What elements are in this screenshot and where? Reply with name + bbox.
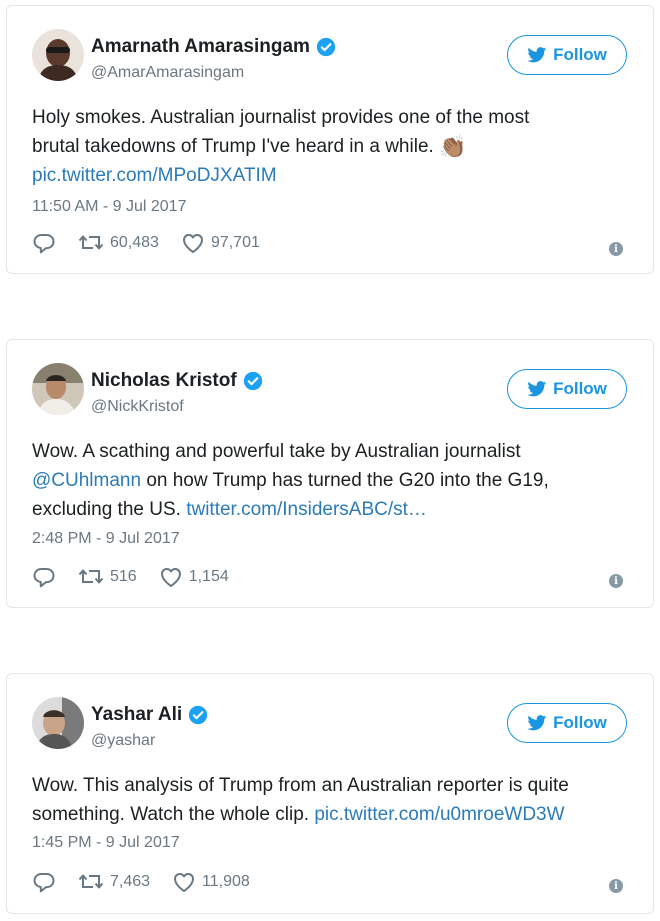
author-handle[interactable]: @yashar bbox=[91, 732, 155, 750]
author-row: Yashar Ali bbox=[91, 704, 208, 726]
twitter-bird-icon bbox=[527, 715, 547, 731]
author-handle[interactable]: @AmarAmarasingam bbox=[91, 64, 244, 82]
tweet-link[interactable]: pic.twitter.com/MPoDJXATIM bbox=[32, 165, 277, 186]
retweet-icon bbox=[78, 566, 104, 588]
like-button[interactable]: 11,908 bbox=[172, 871, 250, 893]
follow-button[interactable]: Follow bbox=[507, 703, 627, 743]
reply-button[interactable] bbox=[32, 232, 56, 254]
follow-label: Follow bbox=[553, 379, 607, 398]
tweet-text-line: Wow. A scathing and powerful take by Aus… bbox=[32, 441, 521, 462]
tweet-actions: 516 1,154 bbox=[32, 566, 251, 588]
reply-button[interactable] bbox=[32, 566, 56, 588]
clapping-hands-emoji: 👏🏽 bbox=[439, 134, 467, 159]
retweet-count: 60,483 bbox=[110, 234, 159, 251]
twitter-bird-icon bbox=[527, 47, 547, 63]
like-button[interactable]: 1,154 bbox=[159, 566, 229, 588]
avatar[interactable] bbox=[32, 697, 84, 749]
tweet-link[interactable]: pic.twitter.com/u0mroeWD3W bbox=[314, 804, 564, 825]
tweet-text-line: brutal takedowns of Trump I've heard in … bbox=[32, 136, 434, 157]
avatar[interactable] bbox=[32, 363, 84, 415]
tweet-card: Yashar Ali @yashar Follow Wow. This anal… bbox=[6, 673, 654, 914]
mention-link[interactable]: @CUhlmann bbox=[32, 470, 141, 491]
verified-icon bbox=[316, 37, 336, 57]
info-icon[interactable]: i bbox=[609, 879, 623, 893]
tweet-text: Wow. This analysis of Trump from an Aust… bbox=[32, 771, 623, 829]
follow-button[interactable]: Follow bbox=[507, 35, 627, 75]
tweet-text-line: Wow. This analysis of Trump from an Aust… bbox=[32, 775, 569, 796]
tweet-card: Nicholas Kristof @NickKristof Follow Wow… bbox=[6, 339, 654, 608]
retweet-button[interactable]: 516 bbox=[78, 566, 137, 588]
retweet-count: 516 bbox=[110, 568, 137, 585]
retweet-button[interactable]: 60,483 bbox=[78, 232, 159, 254]
author-handle[interactable]: @NickKristof bbox=[91, 398, 184, 416]
info-icon[interactable]: i bbox=[609, 242, 623, 256]
follow-label: Follow bbox=[553, 713, 607, 732]
tweet-text: Wow. A scathing and powerful take by Aus… bbox=[32, 437, 623, 524]
follow-button[interactable]: Follow bbox=[507, 369, 627, 409]
timestamp[interactable]: 2:48 PM - 9 Jul 2017 bbox=[32, 530, 180, 548]
avatar[interactable] bbox=[32, 29, 84, 81]
author-name[interactable]: Amarnath Amarasingam bbox=[91, 36, 310, 58]
heart-icon bbox=[181, 232, 205, 254]
reply-icon bbox=[32, 566, 56, 588]
tweet-actions: 60,483 97,701 bbox=[32, 232, 282, 254]
tweet-text-line: something. Watch the whole clip. bbox=[32, 804, 315, 825]
like-count: 1,154 bbox=[188, 568, 229, 585]
like-count: 97,701 bbox=[210, 234, 260, 251]
tweet-card: Amarnath Amarasingam @AmarAmarasingam Fo… bbox=[6, 5, 654, 274]
verified-icon bbox=[243, 371, 263, 391]
retweet-button[interactable]: 7,463 bbox=[78, 871, 150, 893]
heart-icon bbox=[159, 566, 183, 588]
like-count: 11,908 bbox=[202, 873, 250, 890]
like-button[interactable]: 97,701 bbox=[181, 232, 260, 254]
author-name[interactable]: Nicholas Kristof bbox=[91, 370, 237, 392]
twitter-bird-icon bbox=[527, 381, 547, 397]
tweet-text-line: Holy smokes. Australian journalist provi… bbox=[32, 107, 530, 128]
tweet-actions: 7,463 11,908 bbox=[32, 871, 272, 893]
reply-button[interactable] bbox=[32, 871, 56, 893]
author-row: Amarnath Amarasingam bbox=[91, 36, 336, 58]
info-icon[interactable]: i bbox=[609, 574, 623, 588]
tweet-link[interactable]: twitter.com/InsidersABC/st… bbox=[186, 499, 427, 520]
timestamp[interactable]: 11:50 AM - 9 Jul 2017 bbox=[32, 198, 186, 216]
follow-label: Follow bbox=[553, 45, 607, 64]
retweet-icon bbox=[78, 232, 104, 254]
verified-icon bbox=[188, 705, 208, 725]
timestamp[interactable]: 1:45 PM - 9 Jul 2017 bbox=[32, 834, 180, 852]
tweet-text-line: excluding the US. bbox=[32, 499, 187, 520]
heart-icon bbox=[172, 871, 196, 893]
tweet-text-line: on how Trump has turned the G20 into the… bbox=[141, 470, 549, 491]
author-name[interactable]: Yashar Ali bbox=[91, 704, 182, 726]
author-row: Nicholas Kristof bbox=[91, 370, 263, 392]
tweet-text: Holy smokes. Australian journalist provi… bbox=[32, 103, 623, 190]
reply-icon bbox=[32, 871, 56, 893]
reply-icon bbox=[32, 232, 56, 254]
retweet-count: 7,463 bbox=[110, 873, 151, 890]
retweet-icon bbox=[78, 871, 104, 893]
